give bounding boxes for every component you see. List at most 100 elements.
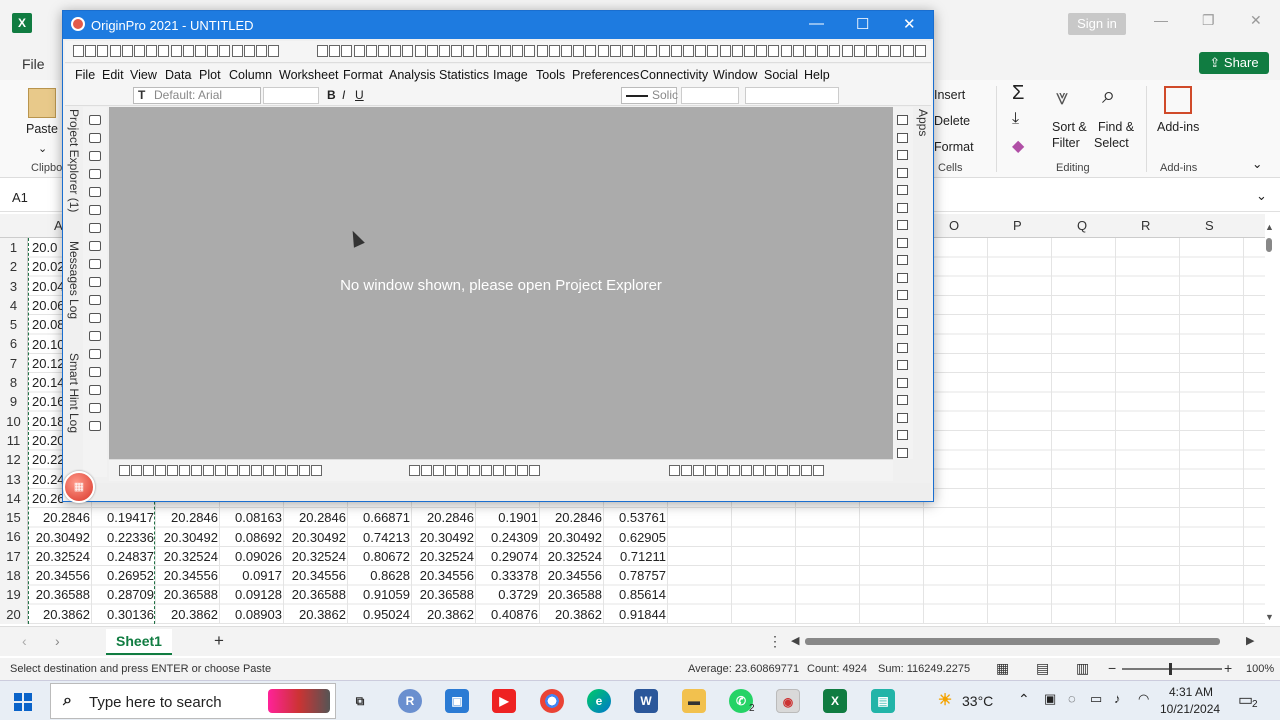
menu-item[interactable]: Worksheet — [279, 68, 339, 82]
messages-log-tab[interactable]: Messages Log — [67, 241, 81, 319]
page-layout-icon[interactable]: ▤ — [1036, 660, 1049, 677]
chrome-icon[interactable] — [540, 689, 564, 713]
zoom-level[interactable]: 100% — [1246, 663, 1274, 675]
column-header[interactable]: P — [1013, 218, 1022, 233]
toolbar-button-icon[interactable] — [207, 45, 219, 57]
plot-toolbar-icon[interactable] — [251, 465, 262, 476]
row-header[interactable]: 3 — [0, 277, 27, 296]
toolbar-button-icon[interactable] — [426, 45, 438, 57]
toolbar-button-icon[interactable] — [805, 45, 816, 57]
cell[interactable]: 20.34556 — [412, 566, 474, 585]
project-explorer-tab[interactable]: Project Explorer (1) — [67, 109, 81, 212]
tool-icon[interactable] — [89, 421, 101, 431]
menu-item[interactable]: Image — [493, 68, 528, 82]
plot-toolbar-icon[interactable] — [669, 465, 680, 476]
find-select-icon[interactable]: ⌕ — [1102, 82, 1115, 110]
toolbar-button-icon[interactable] — [914, 45, 926, 57]
toolbar-button-icon[interactable] — [134, 45, 145, 57]
cell[interactable]: 20.02 — [32, 257, 65, 276]
plot-toolbar-icon[interactable] — [789, 465, 800, 476]
cell[interactable]: 0.19417 — [92, 508, 154, 527]
plot-toolbar-icon[interactable] — [529, 465, 540, 476]
status-average[interactable]: Average: 23.60869771 — [688, 663, 799, 675]
cell[interactable]: 20.14 — [32, 373, 65, 392]
origin-title-bar[interactable]: OriginPro 2021 - UNTITLED — ☐ ✕ — [63, 11, 933, 39]
plot-toolbar-icon[interactable] — [765, 465, 776, 476]
row-header[interactable]: 7 — [0, 354, 27, 373]
task-view-icon[interactable]: ⧉ — [348, 689, 372, 713]
toolbar-button-icon[interactable] — [548, 45, 560, 57]
vertical-scroll-thumb[interactable] — [1266, 238, 1272, 252]
cell[interactable]: 20.3862 — [284, 605, 346, 624]
toolbar-button-icon[interactable] — [780, 45, 792, 57]
toolbar-button-icon[interactable] — [609, 45, 621, 57]
column-header[interactable]: Q — [1077, 218, 1087, 233]
toolbar-button-icon[interactable] — [768, 45, 780, 57]
toolbar-button-icon[interactable] — [536, 45, 548, 57]
menu-item[interactable]: Plot — [199, 68, 221, 82]
cell[interactable]: 0.33378 — [476, 566, 538, 585]
file-menu[interactable]: File — [22, 56, 45, 72]
graph-tool-icon[interactable] — [897, 255, 908, 265]
graph-tool-icon[interactable] — [897, 360, 908, 370]
graph-tool-icon[interactable] — [897, 150, 908, 160]
plot-toolbar-icon[interactable] — [693, 465, 704, 476]
toolbar-button-icon[interactable] — [475, 45, 487, 57]
cell[interactable]: 0.80672 — [348, 547, 410, 566]
plot-toolbar-icon[interactable] — [299, 465, 310, 476]
row-header[interactable]: 12 — [0, 450, 27, 469]
toolbar-button-icon[interactable] — [317, 45, 328, 57]
menu-item[interactable]: View — [130, 68, 157, 82]
toolbar-button-icon[interactable] — [573, 45, 585, 57]
format-button[interactable]: Format — [934, 140, 974, 154]
toolbar-button-icon[interactable] — [634, 45, 646, 57]
cell[interactable]: 0.0917 — [220, 566, 282, 585]
plot-toolbar-icon[interactable] — [481, 465, 492, 476]
notifications-icon[interactable]: ▭ — [1238, 690, 1253, 710]
cell[interactable]: 20.36588 — [284, 585, 346, 604]
plot-toolbar-icon[interactable] — [777, 465, 788, 476]
clock-time[interactable]: 4:31 AM — [1169, 685, 1213, 699]
word-icon[interactable]: W — [634, 689, 658, 713]
toolbar-button-icon[interactable] — [658, 45, 670, 57]
toolbar-button-icon[interactable] — [756, 45, 768, 57]
delete-button[interactable]: Delete — [934, 114, 970, 128]
toolbar-button-icon[interactable] — [402, 45, 414, 57]
menu-item[interactable]: Tools — [536, 68, 565, 82]
toolbar-button-icon[interactable] — [85, 45, 97, 57]
fill-icon[interactable]: ⤓ — [1012, 110, 1019, 128]
tool-icon[interactable] — [89, 205, 101, 215]
cell[interactable]: 20.32524 — [540, 547, 602, 566]
toolbar-button-icon[interactable] — [707, 45, 719, 57]
graph-tool-icon[interactable] — [897, 237, 908, 248]
cell[interactable]: 0.95024 — [348, 605, 410, 624]
cell[interactable]: 0.30136 — [92, 605, 154, 624]
toolbar-button-icon[interactable] — [378, 45, 389, 57]
sign-in-button[interactable]: Sign in — [1068, 13, 1126, 35]
r-app-icon[interactable]: R — [398, 689, 422, 713]
menu-item[interactable]: Edit — [102, 68, 124, 82]
sort-filter-button-line2[interactable]: Filter — [1052, 136, 1080, 150]
cell[interactable]: 0.40876 — [476, 605, 538, 624]
plot-toolbar-icon[interactable] — [445, 465, 456, 476]
font-select[interactable]: T Default: Arial — [133, 87, 261, 104]
toolbar-button-icon[interactable] — [512, 45, 524, 57]
plot-toolbar-icon[interactable] — [287, 465, 298, 476]
italic-icon[interactable]: I — [342, 88, 345, 102]
plot-toolbar-icon[interactable] — [179, 465, 190, 476]
cell[interactable]: 20.0 — [32, 238, 57, 257]
close-icon[interactable]: ✕ — [1250, 12, 1262, 29]
find-select-button-line2[interactable]: Select — [1094, 136, 1129, 150]
cell[interactable]: 20.34556 — [284, 566, 346, 585]
toolbar-button-icon[interactable] — [243, 45, 255, 57]
plot-toolbar-icon[interactable] — [191, 465, 202, 476]
toolbar-button-icon[interactable] — [121, 45, 133, 57]
toolbar-button-icon[interactable] — [219, 45, 231, 57]
tool-icon[interactable] — [89, 259, 101, 269]
toolbar-button-icon[interactable] — [902, 45, 914, 57]
graph-tool-icon[interactable] — [897, 447, 908, 458]
plot-toolbar-icon[interactable] — [263, 465, 274, 476]
zoom-slider-thumb[interactable] — [1169, 663, 1172, 675]
row-header[interactable]: 1 — [0, 238, 27, 257]
line-style-select[interactable]: Solic — [621, 87, 678, 104]
